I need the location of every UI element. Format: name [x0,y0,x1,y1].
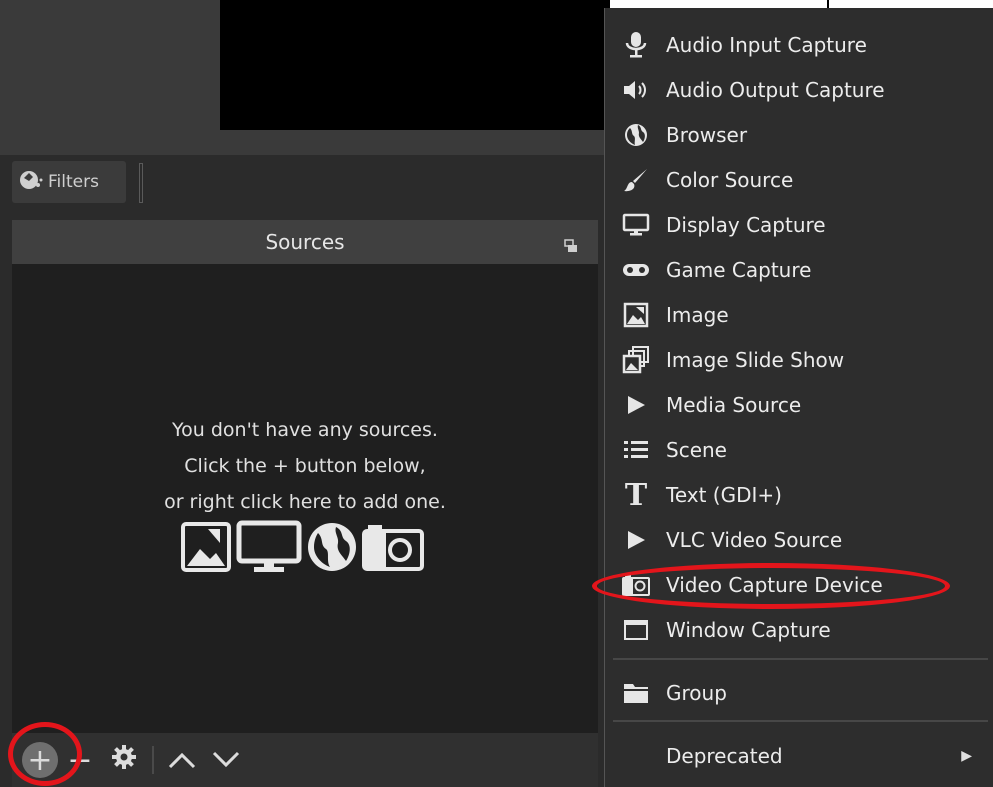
add-source-menu: Audio Input Capture Audio Output Capture… [604,8,993,787]
menu-item-video-capture-device[interactable]: Video Capture Device [605,564,993,606]
menu-item-game-capture[interactable]: Game Capture [605,249,993,291]
list-icon [618,435,654,465]
move-source-up-button[interactable] [160,738,204,782]
menu-separator [613,720,988,722]
window-icon [618,615,654,645]
menu-item-audio-output-capture[interactable]: Audio Output Capture [605,69,993,111]
gamepad-icon [618,255,654,285]
chevron-down-icon [212,751,240,768]
menu-item-label: Video Capture Device [666,573,883,597]
globe-icon [618,120,654,150]
menu-item-image[interactable]: Image [605,294,993,336]
menu-item-color-source[interactable]: Color Source [605,159,993,201]
menu-item-image-slide-show[interactable]: Image Slide Show [605,339,993,381]
menu-item-label: Media Source [666,393,802,417]
menu-item-scene[interactable]: Scene [605,429,993,471]
source-properties-button[interactable] [102,738,146,782]
menu-item-group[interactable]: Group [605,672,993,714]
play-icon [618,390,654,420]
toolbar-divider [152,746,154,774]
empty-sources-icons [180,520,424,574]
menu-item-label: Image Slide Show [666,348,845,372]
remove-source-button[interactable]: − [58,738,102,782]
empty-sources-message: You don't have any sources. Click the + … [12,412,598,520]
filters-label: Filters [48,172,99,192]
slideshow-icon [618,345,654,375]
submenu-arrow-icon: ▶ [961,748,972,764]
menu-item-label: Display Capture [666,213,826,237]
camera-icon [618,570,654,600]
speaker-icon [618,75,654,105]
add-source-button[interactable]: + [22,742,58,778]
menu-item-label: Text (GDI+) [666,483,782,507]
menu-item-window-capture[interactable]: Window Capture [605,609,993,651]
empty-line-1: You don't have any sources. [172,419,438,441]
menu-item-vlc-video-source[interactable]: VLC Video Source [605,519,993,561]
menu-item-label: Game Capture [666,258,812,282]
menu-item-browser[interactable]: Browser [605,114,993,156]
menu-item-label: Color Source [666,168,794,192]
menu-item-display-capture[interactable]: Display Capture [605,204,993,246]
text-icon: T [624,477,648,513]
gear-icon [111,743,137,778]
window-edge [610,0,993,8]
menu-item-audio-input-capture[interactable]: Audio Input Capture [605,24,993,66]
dock-float-icon[interactable] [564,234,578,252]
menu-item-label: VLC Video Source [666,528,843,552]
menu-separator [613,658,988,660]
image-icon [618,300,654,330]
empty-line-3: or right click here to add one. [164,491,446,513]
monitor-icon [236,520,302,572]
image-icon [181,522,231,572]
sources-dock-title: Sources [12,220,598,264]
monitor-icon [618,210,654,240]
chevron-up-icon [168,752,196,769]
play-icon [618,525,654,555]
microphone-icon [618,30,654,60]
menu-item-label: Browser [666,123,748,147]
menu-item-label: Group [666,681,727,705]
menu-item-label: Deprecated [666,744,783,768]
sources-dock[interactable]: Sources You don't have any sources. Clic… [12,220,598,787]
folder-icon [618,678,654,708]
menu-item-media-source[interactable]: Media Source [605,384,993,426]
globe-icon [308,523,356,571]
menu-item-label: Image [666,303,729,327]
paintbrush-icon [618,165,654,195]
filters-icon [18,169,44,196]
menu-item-label: Scene [666,438,727,462]
toolbar-separator [139,163,143,203]
menu-item-label: Window Capture [666,618,831,642]
sources-toolbar: + − [12,733,598,787]
menu-item-label: Audio Input Capture [666,33,867,57]
menu-item-label: Audio Output Capture [666,78,885,102]
preview-canvas [220,0,610,130]
filters-button[interactable]: Filters [12,161,126,203]
empty-line-2: Click the + button below, [184,455,426,477]
sources-title-label: Sources [265,230,345,254]
menu-item-text-gdi[interactable]: T Text (GDI+) [605,474,993,516]
camera-icon [362,525,424,571]
menu-item-deprecated[interactable]: Deprecated ▶ [605,735,993,777]
move-source-down-button[interactable] [204,738,248,782]
